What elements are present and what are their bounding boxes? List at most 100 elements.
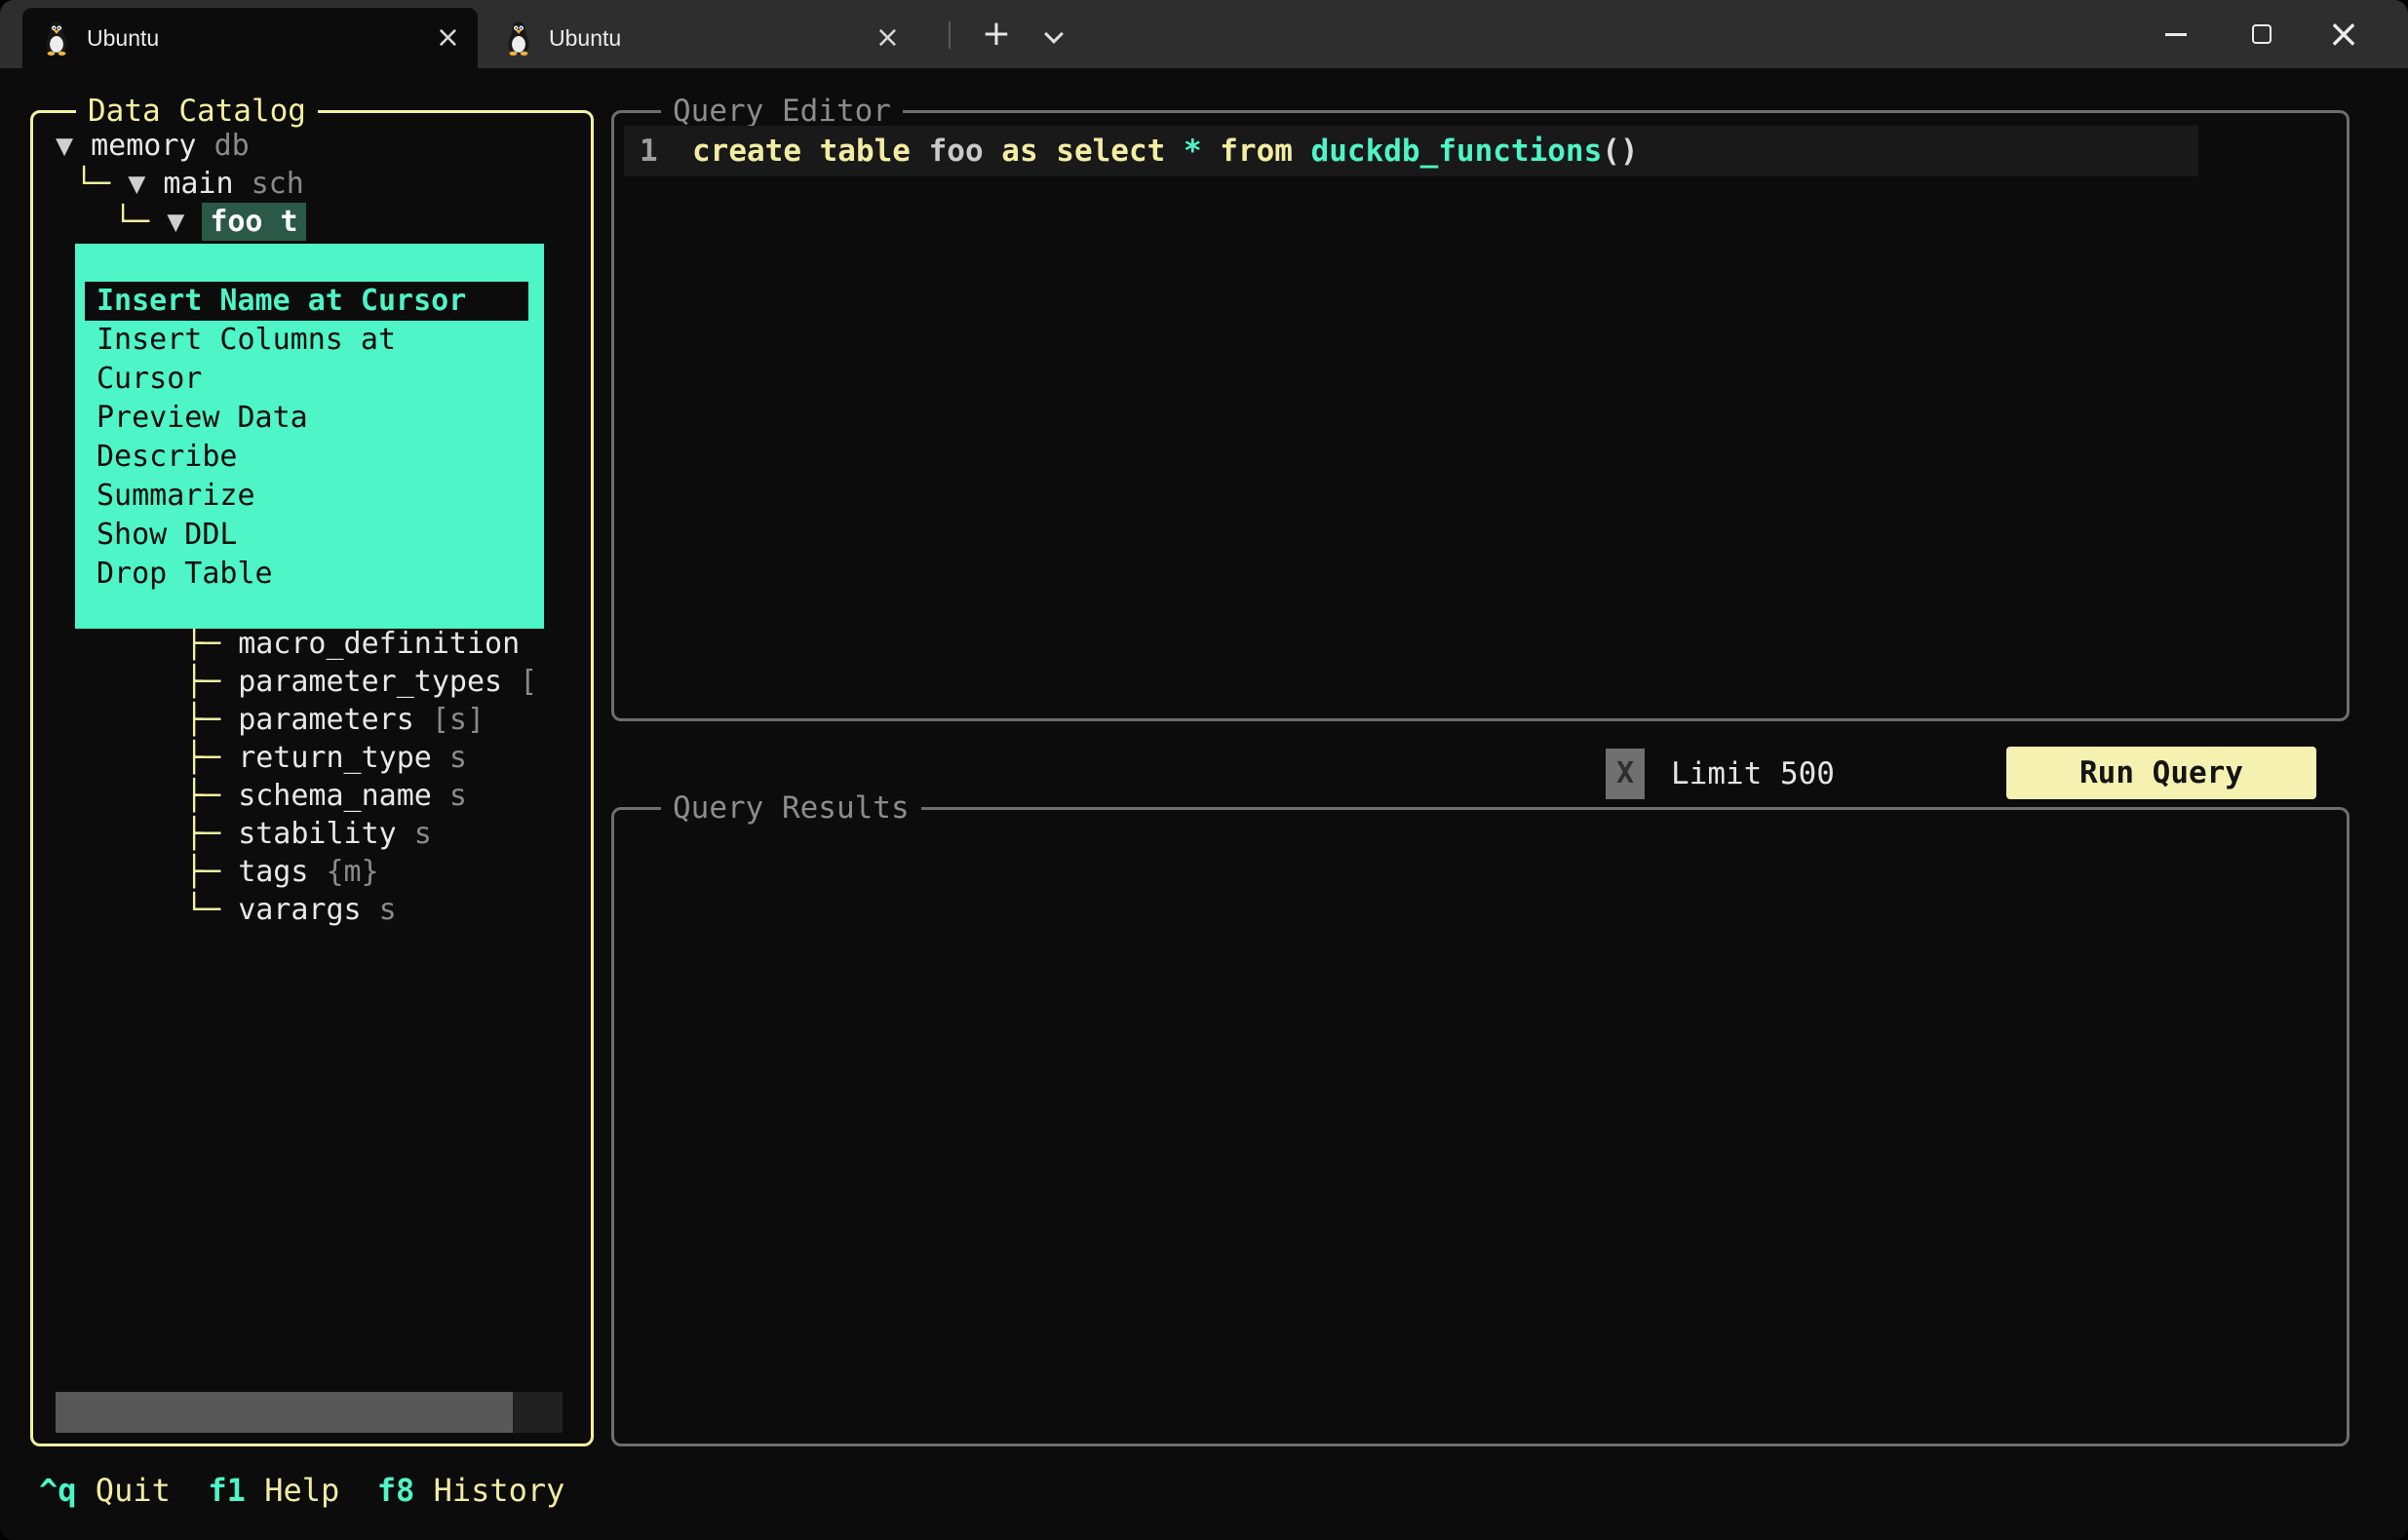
line-number: 1 bbox=[640, 134, 658, 169]
column-macro_definition[interactable]: ├─ macro_definition bbox=[185, 625, 593, 663]
footer-help[interactable]: f1 Help bbox=[208, 1472, 339, 1509]
node-type: db bbox=[214, 129, 250, 163]
column-type: s bbox=[396, 817, 432, 851]
context-menu-item[interactable]: Describe bbox=[85, 438, 528, 477]
expand-arrow-icon[interactable]: ▼ bbox=[128, 167, 163, 201]
horizontal-scrollbar[interactable] bbox=[56, 1392, 563, 1433]
tab-ubuntu-inactive[interactable]: Ubuntu × bbox=[485, 8, 917, 68]
footer-key: ^q bbox=[39, 1472, 77, 1509]
column-stability[interactable]: ├─ stability s bbox=[185, 815, 593, 853]
tree-connector: └─ bbox=[114, 205, 168, 239]
query-editor-panel[interactable]: Query Editor bbox=[611, 92, 2350, 721]
footer-label: Help bbox=[245, 1472, 340, 1509]
minimize-icon bbox=[2165, 32, 2187, 36]
code-line: create table foo as select * from duckdb… bbox=[692, 134, 1639, 169]
tree-connector: ├─ bbox=[185, 741, 239, 775]
maximize-button[interactable] bbox=[2231, 0, 2293, 68]
column-type: s bbox=[431, 741, 467, 775]
column-name: stability bbox=[238, 817, 397, 851]
code-token: from bbox=[1220, 134, 1311, 169]
node-type: sch bbox=[251, 167, 304, 201]
code-token: * bbox=[1183, 134, 1202, 169]
tab-title: Ubuntu bbox=[549, 24, 622, 51]
context-menu-item[interactable]: Insert Name at Cursor bbox=[85, 282, 528, 321]
tux-icon bbox=[508, 21, 529, 56]
context-menu-item[interactable]: Summarize bbox=[85, 477, 528, 516]
column-name: return_type bbox=[238, 741, 432, 775]
column-name: varargs bbox=[238, 893, 362, 927]
column-type: [s] bbox=[413, 703, 485, 737]
context-menu-item[interactable]: Drop Table bbox=[85, 555, 528, 594]
column-type: {m} bbox=[308, 855, 379, 889]
tux-icon bbox=[46, 21, 67, 56]
column-name: macro_definition bbox=[238, 627, 521, 661]
column-tags[interactable]: ├─ tags {m} bbox=[185, 853, 593, 891]
column-return_type[interactable]: ├─ return_type s bbox=[185, 739, 593, 777]
column-type: s bbox=[361, 893, 397, 927]
tab-divider bbox=[949, 21, 951, 49]
node-label: memory bbox=[91, 129, 214, 163]
code-token: duckdb_functions bbox=[1310, 134, 1603, 169]
terminal-window: Ubuntu × Ubuntu × + × Data Catalog ▼ mem… bbox=[0, 0, 2408, 1540]
footer-key: f1 bbox=[208, 1472, 246, 1509]
editor-current-line[interactable]: 1 create table foo as select * from duck… bbox=[624, 126, 2198, 176]
expand-arrow-icon[interactable]: ▼ bbox=[167, 205, 202, 239]
tree-connector: └─ bbox=[75, 167, 129, 201]
tree-connector: ├─ bbox=[185, 703, 239, 737]
tree-connector: ├─ bbox=[185, 627, 239, 661]
tree-node-memory[interactable]: ▼ memory db bbox=[30, 127, 591, 165]
chevron-down-icon bbox=[1044, 24, 1064, 44]
footer-keybar: ^q Quit f1 Help f8 History bbox=[39, 1466, 564, 1515]
query-results-panel: Query Results bbox=[611, 789, 2350, 1446]
footer-label: History bbox=[414, 1472, 565, 1509]
tab-title: Ubuntu bbox=[87, 24, 160, 51]
table-context-menu: Insert Name at Cursor Insert Columns at C… bbox=[75, 244, 544, 629]
column-varargs[interactable]: └─ varargs s bbox=[185, 891, 593, 929]
column-name: parameter_types bbox=[238, 665, 503, 699]
footer-key: f8 bbox=[376, 1472, 415, 1509]
tab-dropdown-button[interactable] bbox=[1035, 19, 1074, 55]
footer-label: Quit bbox=[76, 1472, 171, 1509]
column-type: s bbox=[431, 779, 467, 813]
new-tab-button[interactable]: + bbox=[973, 14, 1020, 58]
limit-label: Limit 500 bbox=[1671, 756, 1835, 791]
column-schema_name[interactable]: ├─ schema_name s bbox=[185, 777, 593, 815]
footer-history[interactable]: f8 History bbox=[377, 1472, 565, 1509]
tree-connector: ├─ bbox=[185, 817, 239, 851]
run-query-button[interactable]: Run Query bbox=[2006, 747, 2316, 799]
query-results-title: Query Results bbox=[661, 789, 921, 828]
maximize-icon bbox=[2252, 24, 2272, 44]
titlebar: Ubuntu × Ubuntu × + × bbox=[0, 0, 2408, 68]
tab-close-icon[interactable]: × bbox=[875, 23, 900, 53]
tree-connector: ├─ bbox=[185, 779, 239, 813]
column-parameters[interactable]: ├─ parameters [s] bbox=[185, 701, 593, 739]
context-menu-item[interactable]: Show DDL bbox=[85, 516, 528, 555]
code-token: () bbox=[1602, 134, 1639, 169]
tab-close-icon[interactable]: × bbox=[436, 23, 460, 53]
limit-checkbox[interactable]: X bbox=[1606, 749, 1645, 799]
tree-connector: ├─ bbox=[185, 855, 239, 889]
context-menu-item[interactable]: Insert Columns at Cursor bbox=[85, 321, 528, 399]
tree-node-main[interactable]: └─ ▼ main sch bbox=[30, 165, 591, 203]
catalog-tree: ▼ memory db └─ ▼ main sch └─ ▼ foo t bbox=[30, 127, 591, 241]
query-editor-title: Query Editor bbox=[661, 92, 903, 131]
tab-ubuntu-active[interactable]: Ubuntu × bbox=[22, 8, 478, 68]
code-token: as select bbox=[1001, 134, 1184, 169]
tree-connector: └─ bbox=[185, 893, 239, 927]
minimize-button[interactable] bbox=[2145, 0, 2207, 68]
footer-quit[interactable]: ^q Quit bbox=[39, 1472, 171, 1509]
column-name: tags bbox=[238, 855, 309, 889]
context-menu-item[interactable]: Preview Data bbox=[85, 399, 528, 438]
node-label: main bbox=[163, 167, 252, 201]
close-button[interactable]: × bbox=[2312, 0, 2375, 68]
catalog-columns: ├─ macro_definition ├─ parameter_types [├… bbox=[185, 625, 593, 929]
data-catalog-title: Data Catalog bbox=[76, 92, 318, 131]
code-token: foo bbox=[928, 134, 1002, 169]
expand-arrow-icon[interactable]: ▼ bbox=[56, 129, 91, 163]
tree-node-foo[interactable]: └─ ▼ foo t bbox=[30, 203, 591, 241]
close-icon: × bbox=[2327, 12, 2360, 57]
scrollbar-thumb[interactable] bbox=[56, 1392, 513, 1433]
selected-node-label: foo t bbox=[202, 203, 306, 241]
column-parameter_types[interactable]: ├─ parameter_types [ bbox=[185, 663, 593, 701]
